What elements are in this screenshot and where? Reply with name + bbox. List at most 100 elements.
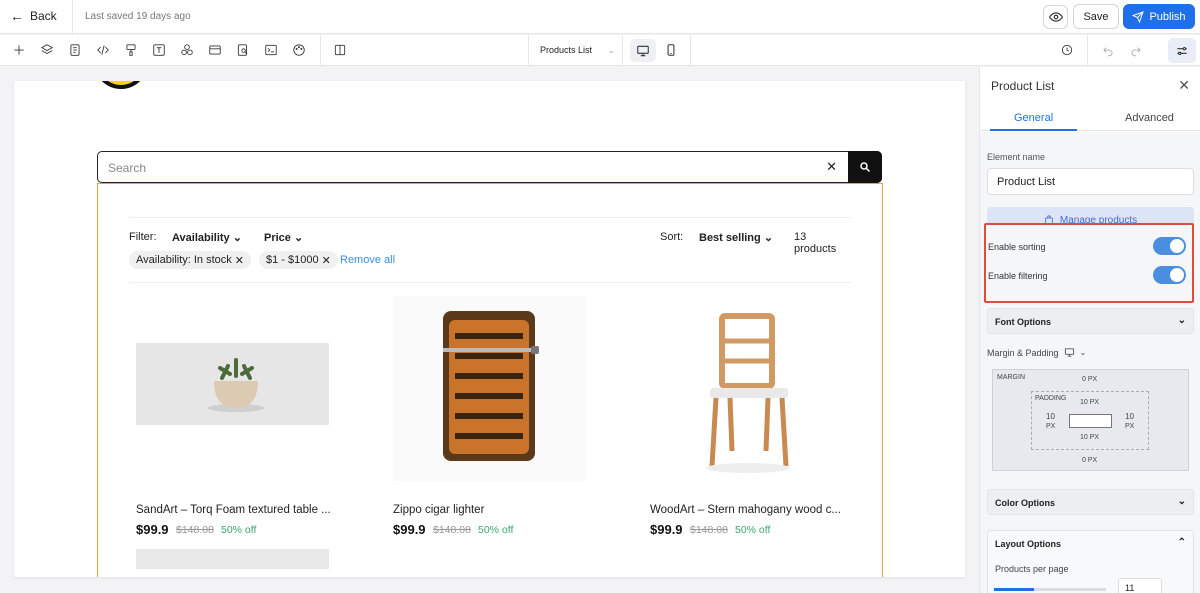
chevron-down-icon: ⌄ bbox=[1079, 348, 1087, 357]
padding-left-unit: PX bbox=[1046, 423, 1056, 430]
enable-sorting-toggle[interactable] bbox=[1153, 237, 1186, 255]
tab-general[interactable]: General bbox=[1014, 112, 1053, 124]
split-view-icon[interactable] bbox=[332, 42, 348, 58]
product-discount: 50% off bbox=[735, 524, 771, 536]
close-icon[interactable]: ✕ bbox=[1178, 77, 1190, 94]
sliders-icon bbox=[1177, 46, 1187, 55]
chevron-down-icon: ⌄ bbox=[608, 45, 615, 55]
margin-top-value[interactable]: 0 PX bbox=[1082, 376, 1097, 383]
page-icon[interactable] bbox=[67, 42, 83, 58]
product-image bbox=[136, 549, 329, 569]
product-image bbox=[393, 549, 586, 569]
seo-icon[interactable] bbox=[235, 42, 251, 58]
search-button[interactable] bbox=[848, 151, 882, 183]
text-icon[interactable] bbox=[151, 42, 167, 58]
search-input[interactable]: Search ✕ bbox=[97, 151, 882, 183]
product-old-price: $148.08 bbox=[690, 524, 728, 536]
remove-all-link[interactable]: Remove all bbox=[340, 254, 395, 266]
section-icon[interactable] bbox=[207, 42, 223, 58]
color-options-accordion[interactable]: Color Options ⌄ bbox=[987, 489, 1194, 515]
editor-toolbar: Products List ⌄ bbox=[0, 35, 1200, 66]
top-bar: ← Back Last saved 19 days ago Save Publi… bbox=[0, 0, 1200, 34]
search-icon bbox=[860, 162, 871, 173]
divider bbox=[1087, 35, 1088, 66]
color-options-label: Color Options bbox=[995, 498, 1055, 508]
element-name-field[interactable]: Product List bbox=[987, 168, 1194, 195]
publish-label: Publish bbox=[1149, 10, 1186, 23]
close-icon[interactable]: ✕ bbox=[235, 254, 244, 267]
product-list-element[interactable]: Filter: Availability ⌄ Price ⌄ Sort: Bes… bbox=[97, 183, 883, 577]
panel-title: Product List bbox=[991, 79, 1055, 93]
sort-select[interactable]: Best selling ⌄ bbox=[699, 231, 773, 244]
product-old-price: $148.08 bbox=[433, 524, 471, 536]
products-per-page-input[interactable]: 11 bbox=[1118, 578, 1162, 593]
desktop-view-button[interactable] bbox=[630, 39, 656, 62]
tab-advanced[interactable]: Advanced bbox=[1125, 112, 1174, 124]
filter-chip[interactable]: Availability: In stock ✕ bbox=[129, 251, 252, 269]
send-icon bbox=[1132, 10, 1145, 23]
preview-button[interactable] bbox=[1043, 5, 1068, 29]
padding-bottom-value[interactable]: 10 PX bbox=[1080, 434, 1099, 441]
desktop-icon bbox=[637, 45, 649, 56]
padding-right-unit: PX bbox=[1125, 423, 1135, 430]
content-box bbox=[1069, 414, 1112, 428]
enable-sorting-label: Enable sorting bbox=[988, 242, 1046, 252]
terminal-icon[interactable] bbox=[263, 42, 279, 58]
enable-filtering-toggle[interactable] bbox=[1153, 266, 1186, 284]
mobile-view-button[interactable] bbox=[663, 42, 679, 58]
publish-button[interactable]: Publish bbox=[1123, 4, 1195, 29]
chip-label: $1 - $1000 bbox=[266, 254, 319, 266]
chip-label: Availability: In stock bbox=[136, 254, 232, 266]
availability-filter[interactable]: Availability ⌄ bbox=[172, 231, 242, 244]
chevron-down-icon: ⌄ bbox=[1177, 315, 1186, 326]
back-button[interactable]: ← Back bbox=[10, 8, 57, 24]
product-image bbox=[136, 343, 329, 425]
settings-panel-button[interactable] bbox=[1168, 38, 1196, 63]
plus-icon[interactable] bbox=[11, 42, 27, 58]
box-model-editor: MARGIN 0 PX 0 PX PADDING 10 PX 10 PX 10 … bbox=[992, 369, 1189, 471]
code-icon[interactable] bbox=[95, 42, 111, 58]
margin-bottom-value[interactable]: 0 PX bbox=[1082, 457, 1097, 464]
product-image bbox=[393, 296, 586, 481]
components-icon[interactable] bbox=[179, 42, 195, 58]
product-price: $99.9 bbox=[650, 522, 683, 537]
filter-chip[interactable]: $1 - $1000 ✕ bbox=[259, 251, 338, 269]
layout-options-label: Layout Options bbox=[995, 539, 1061, 549]
history-icon[interactable] bbox=[1059, 42, 1075, 58]
element-name-label: Element name bbox=[987, 152, 1046, 162]
font-options-accordion[interactable]: Font Options ⌄ bbox=[987, 308, 1194, 334]
chevron-down-icon: ⌄ bbox=[232, 232, 242, 244]
close-icon[interactable]: ✕ bbox=[322, 254, 331, 267]
product-name: WoodArt – Stern mahogany wood c... bbox=[650, 504, 841, 516]
filter-bar: Filter: Availability ⌄ Price ⌄ Sort: Bes… bbox=[129, 217, 851, 255]
padding-right-value[interactable]: 10 bbox=[1125, 412, 1134, 421]
padding-box: PADDING 10 PX 10 PX 10 PX 10 PX bbox=[1031, 391, 1149, 450]
sort-label: Sort: bbox=[660, 231, 684, 243]
canvas-area: Search ✕ Filter: Availability ⌄ Price ⌄ … bbox=[0, 67, 978, 593]
product-price: $99.9 bbox=[136, 522, 169, 537]
page-preview: Search ✕ Filter: Availability ⌄ Price ⌄ … bbox=[14, 81, 965, 577]
layout-options-accordion[interactable]: Layout Options ⌃ Products per page 11 bbox=[987, 530, 1194, 593]
save-button[interactable]: Save bbox=[1073, 4, 1119, 29]
palette-icon[interactable] bbox=[291, 42, 307, 58]
price-filter[interactable]: Price ⌄ bbox=[264, 231, 303, 244]
panel-tabs: General Advanced bbox=[980, 105, 1200, 131]
padding-left-value[interactable]: 10 bbox=[1046, 412, 1055, 421]
margin-padding-text: Margin & Padding bbox=[987, 347, 1059, 358]
redo-icon[interactable] bbox=[1128, 42, 1144, 58]
product-old-price: $148.08 bbox=[176, 524, 214, 536]
toggle-group: Enable sorting Enable filtering bbox=[984, 223, 1194, 303]
back-label: Back bbox=[30, 9, 57, 23]
arrow-left-icon: ← bbox=[10, 8, 24, 24]
products-per-page-slider[interactable] bbox=[994, 588, 1106, 591]
font-options-label: Font Options bbox=[995, 317, 1051, 327]
availability-label: Availability bbox=[172, 232, 230, 244]
close-icon[interactable]: ✕ bbox=[826, 159, 837, 175]
padding-top-value[interactable]: 10 PX bbox=[1080, 399, 1099, 406]
logo bbox=[94, 81, 148, 89]
layers-icon[interactable] bbox=[39, 42, 55, 58]
paint-icon[interactable] bbox=[123, 42, 139, 58]
undo-icon[interactable] bbox=[1100, 42, 1116, 58]
page-select[interactable]: Products List ⌄ bbox=[540, 45, 615, 55]
desktop-icon[interactable] bbox=[1064, 347, 1075, 358]
